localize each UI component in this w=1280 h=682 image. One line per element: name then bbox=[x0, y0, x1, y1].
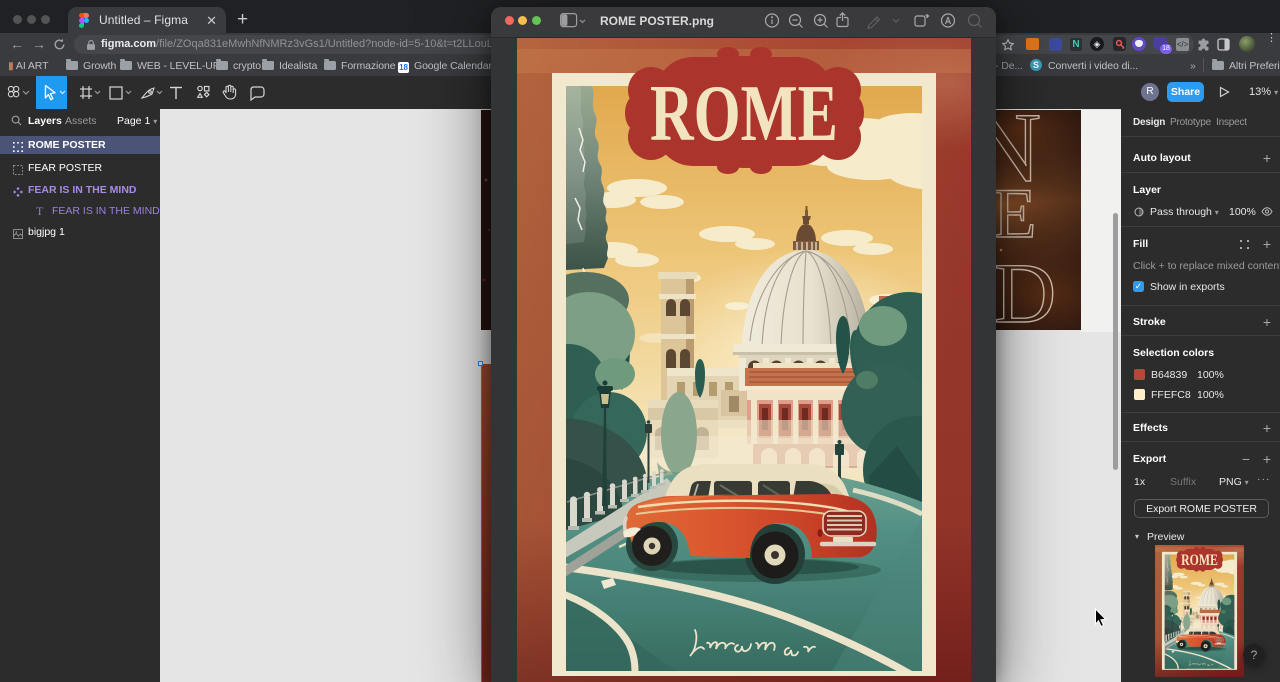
svg-text:E: E bbox=[993, 175, 1036, 253]
svg-text:D: D bbox=[994, 245, 1056, 330]
